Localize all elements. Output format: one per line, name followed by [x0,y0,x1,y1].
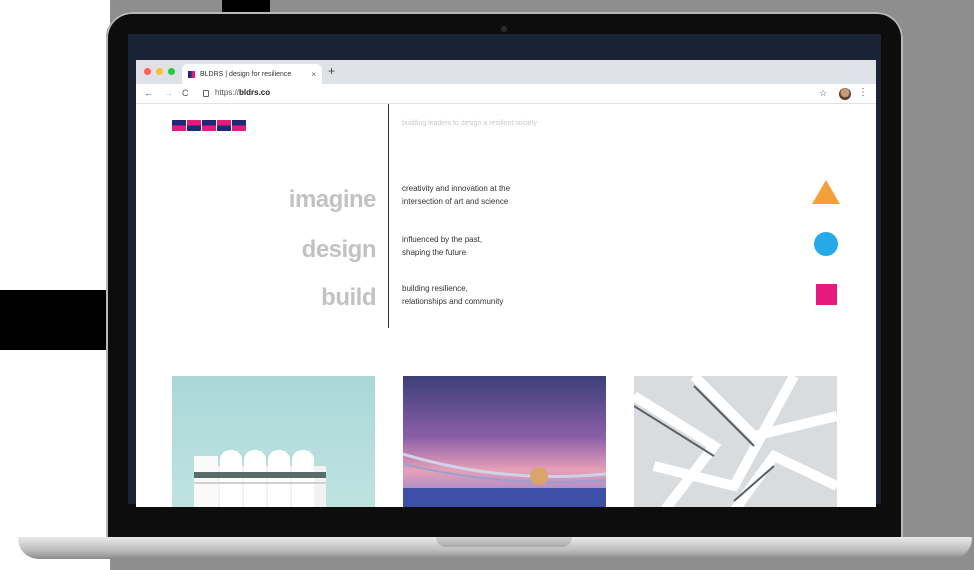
word-imagine: imagine [288,186,377,213]
triangle-icon [812,180,840,204]
build-desc-line2: relationships and community [402,297,504,306]
close-window-button[interactable] [144,68,151,75]
square-icon [816,284,837,305]
bldrs-logo[interactable] [172,120,246,131]
maximize-window-button[interactable] [168,68,175,75]
reload-icon[interactable]: C [182,88,189,98]
lock-icon [203,90,209,97]
bookmark-star-icon[interactable]: ☆ [819,88,827,99]
bridge-sunset-photo[interactable] [403,376,606,507]
imagine-description: creativity and innovation at the interse… [402,182,510,208]
url-domain: bldrs.co [239,88,271,97]
design-desc-line2: shaping the future [402,248,467,257]
url-prefix: https:// [215,88,240,97]
tagline: building leaders to design a resilient s… [402,120,538,127]
word-build: build [321,284,376,311]
profile-avatar[interactable] [839,88,851,100]
build-description: building resilience, relationships and c… [402,282,503,308]
vertical-divider [388,104,389,328]
favicon-icon [188,70,195,78]
close-tab-icon[interactable]: × [311,70,316,79]
browser-window: BLDRS | design for resilience × + ← → C … [136,60,876,507]
design-description: influenced by the past, shaping the futu… [402,233,482,259]
building-photo[interactable] [172,376,375,507]
backdrop-white-panel [0,0,110,570]
bridge-illustration [403,452,606,507]
webcam [501,26,507,32]
imagine-desc-line2: intersection of art and science [402,197,509,206]
back-icon[interactable]: ← [144,88,153,98]
forward-icon[interactable]: → [164,88,173,98]
design-desc-line1: influenced by the past, [402,235,483,244]
build-desc-line1: building resilience, [402,284,468,293]
imagine-desc-line1: creativity and innovation at the [402,184,511,193]
building-illustration [194,450,326,507]
word-design: design [301,236,377,263]
address-bar[interactable]: https://bldrs.co [215,88,270,97]
browser-menu-icon[interactable]: ⋮ [858,87,868,98]
minimize-window-button[interactable] [156,68,163,75]
tab-bar: BLDRS | design for resilience × + [136,60,876,84]
laptop-notch [436,537,572,547]
new-tab-button[interactable]: + [328,64,335,78]
lattice-illustration [634,376,837,507]
lattice-architecture-photo[interactable] [634,376,837,507]
tab-title: BLDRS | design for resilience [200,70,292,78]
circle-icon [814,232,838,256]
tab-bldrs[interactable]: BLDRS | design for resilience × [182,64,322,84]
browser-toolbar: ← → C https://bldrs.co ☆ ⋮ [136,84,876,104]
webpage: building leaders to design a resilient s… [136,104,876,507]
